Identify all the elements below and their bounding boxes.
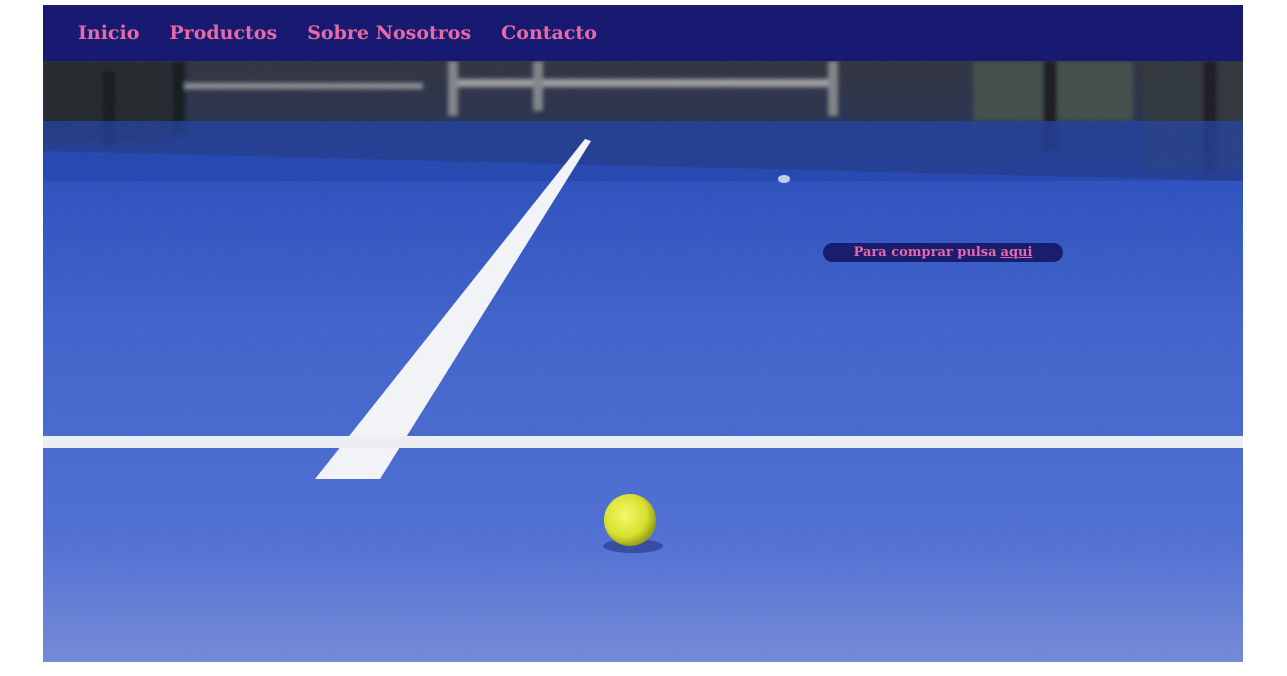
site-container: Inicio Productos Sobre Nosotros Contacto bbox=[43, 5, 1243, 662]
buy-banner: Para comprar pulsa aqui bbox=[823, 243, 1063, 262]
court-line-service bbox=[43, 436, 1243, 448]
nav-link-inicio[interactable]: Inicio bbox=[78, 22, 139, 44]
padel-court-illustration bbox=[43, 61, 1243, 662]
hero-image bbox=[43, 61, 1243, 662]
buy-text: Para comprar pulsa bbox=[853, 245, 997, 260]
tennis-ball bbox=[604, 494, 656, 546]
nav-link-sobre-nosotros[interactable]: Sobre Nosotros bbox=[307, 22, 471, 44]
main-navbar: Inicio Productos Sobre Nosotros Contacto bbox=[43, 5, 1243, 61]
nav-link-contacto[interactable]: Contacto bbox=[501, 22, 597, 44]
nav-link-productos[interactable]: Productos bbox=[169, 22, 277, 44]
buy-link[interactable]: aqui bbox=[1001, 245, 1033, 260]
